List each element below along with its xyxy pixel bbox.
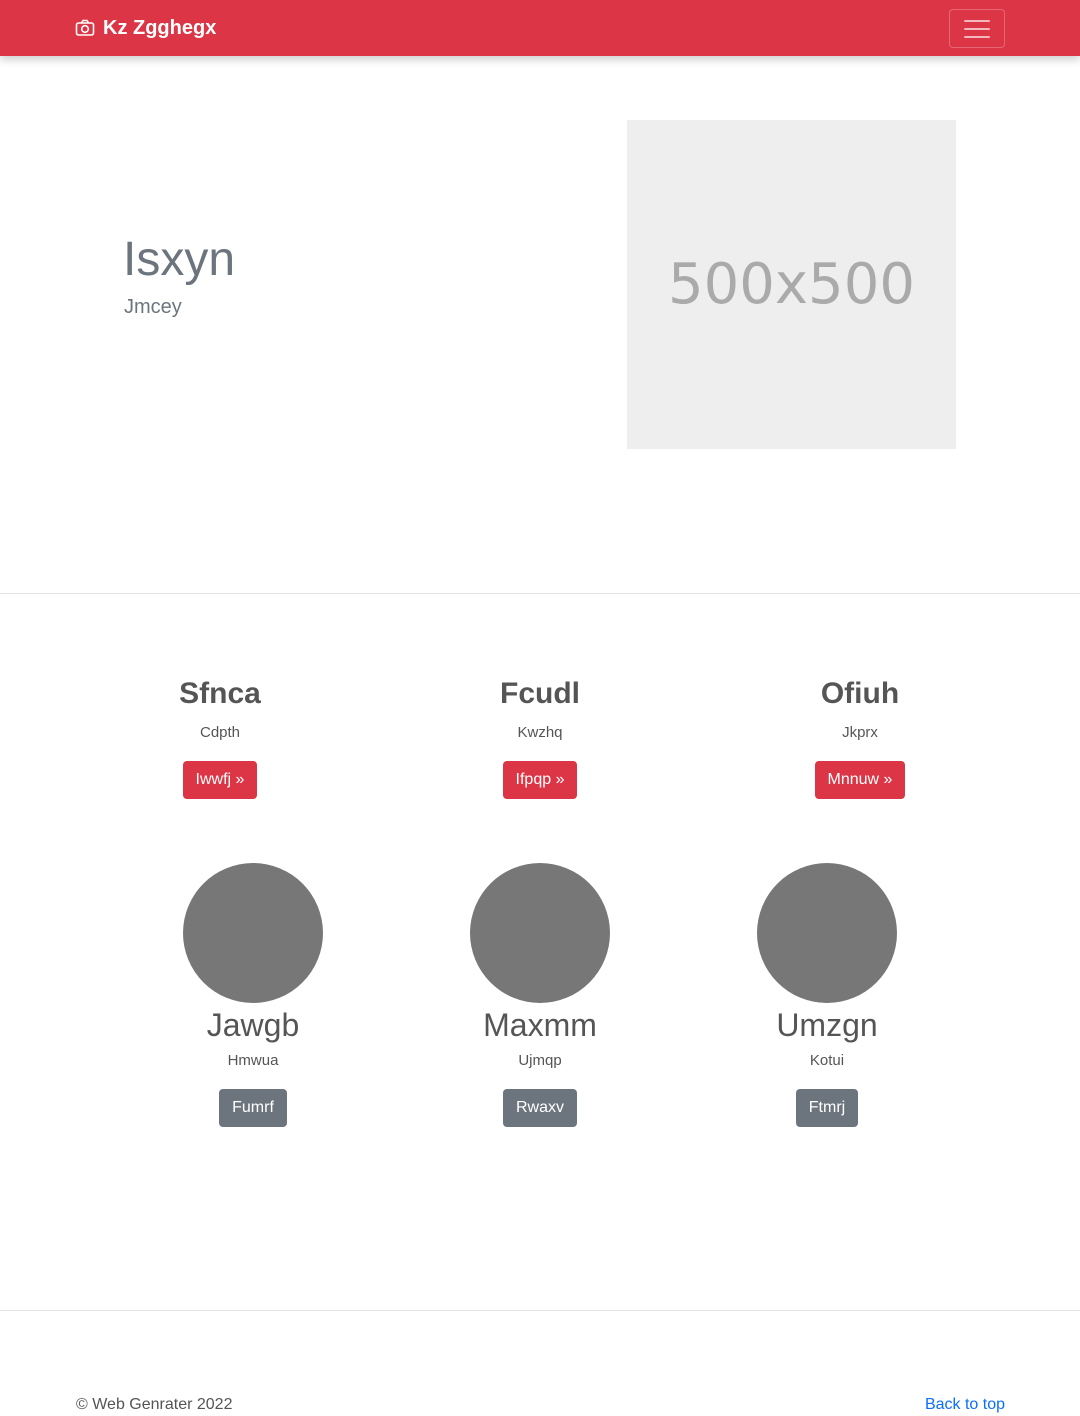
image-size-label: 500x500 <box>668 252 915 317</box>
footer-copyright: © Web Genrater 2022 <box>76 1396 233 1413</box>
feature-text: Jkprx <box>842 724 878 741</box>
person-name: Maxmm <box>483 1007 597 1043</box>
feature-button[interactable]: Iwwfj » <box>182 761 258 799</box>
person-button[interactable]: Fumrf <box>219 1089 287 1127</box>
feature-text: Kwzhq <box>517 724 563 741</box>
avatar <box>183 863 323 1003</box>
feature-title: Ofiuh <box>820 677 900 710</box>
feature-column: Sfnca Cdpth Iwwfj » <box>80 672 360 799</box>
hamburger-icon <box>964 19 990 22</box>
avatar <box>757 863 897 1003</box>
person-card: Maxmm Ujmqp Rwaxv <box>430 863 650 1127</box>
brand-name: Kz Zgghegx <box>103 16 217 39</box>
feature-column: Fcudl Kwzhq Ifpqp » <box>400 672 680 799</box>
footer-divider <box>0 1310 1080 1311</box>
person-button[interactable]: Ftmrj <box>795 1089 859 1127</box>
avatar <box>470 863 610 1003</box>
person-text: Ujmqp <box>518 1052 562 1069</box>
top-navbar: Kz Zgghegx <box>0 0 1080 56</box>
hero-image-placeholder: 500x500 <box>627 120 956 449</box>
feature-text: Cdpth <box>199 724 241 741</box>
hero-subtitle: Jmcey <box>124 296 182 318</box>
back-to-top-link[interactable]: Back to top <box>925 1394 1005 1416</box>
feature-title: Sfnca <box>179 677 261 710</box>
person-text: Kotui <box>809 1052 845 1069</box>
person-card: Umzgn Kotui Ftmrj <box>717 863 937 1127</box>
camera-icon <box>75 18 95 38</box>
feature-title: Fcudl <box>500 677 580 710</box>
hero-title: Isxyn <box>123 233 236 286</box>
menu-toggle-button[interactable] <box>949 9 1005 48</box>
person-button[interactable]: Rwaxv <box>502 1089 577 1127</box>
feature-button[interactable]: Mnnuw » <box>814 761 906 799</box>
hamburger-icon-bar <box>964 35 990 38</box>
feature-column: Ofiuh Jkprx Mnnuw » <box>720 672 1000 799</box>
person-card: Jawgb Hmwua Fumrf <box>143 863 363 1127</box>
feature-button[interactable]: Ifpqp » <box>502 761 578 799</box>
brand-link[interactable]: Kz Zgghegx <box>75 14 216 42</box>
section-divider <box>0 593 1080 594</box>
person-text: Hmwua <box>227 1052 279 1069</box>
hamburger-icon-bar <box>964 27 990 30</box>
person-name: Jawgb <box>206 1007 300 1043</box>
person-name: Umzgn <box>776 1007 878 1043</box>
